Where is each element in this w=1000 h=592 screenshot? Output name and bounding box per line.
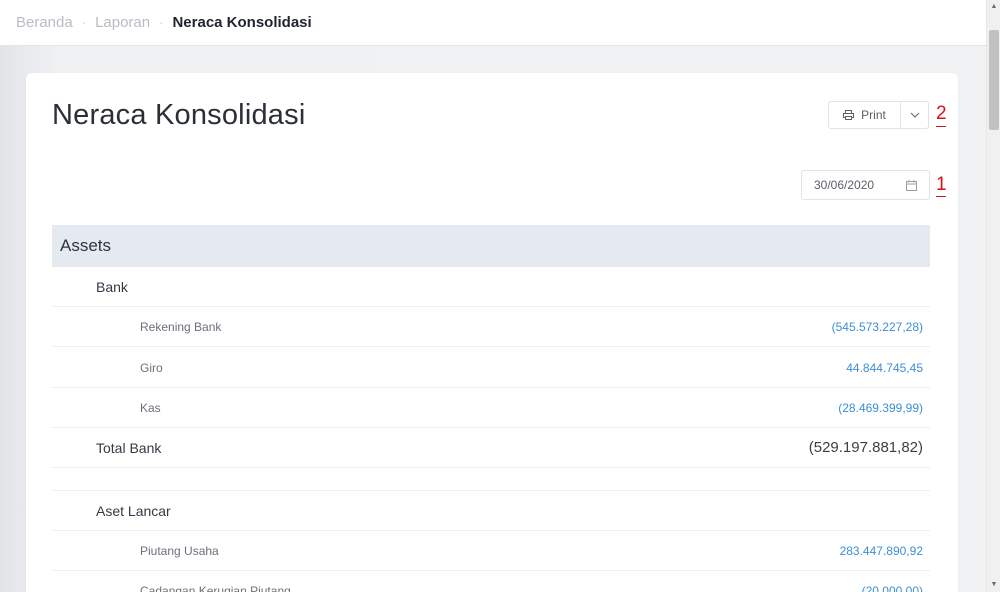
breadcrumb-item-laporan[interactable]: Laporan <box>95 14 150 31</box>
account-label: Cadangan Kerugian Piutang <box>140 583 291 592</box>
table-row: Cadangan Kerugian Piutang (20.000,00) <box>52 571 930 592</box>
scrollbar-thumb[interactable] <box>989 30 999 130</box>
account-label: Giro <box>140 360 163 375</box>
scroll-down-arrow-icon[interactable]: ▼ <box>987 578 1000 592</box>
annotation-underline <box>936 196 946 197</box>
print-button-label: Print <box>861 108 886 122</box>
total-value: (529.197.881,82) <box>808 439 923 456</box>
date-input[interactable] <box>814 178 902 192</box>
table-row: Kas (28.469.399,99) <box>52 388 930 428</box>
print-button[interactable]: Print <box>829 102 901 128</box>
account-value-link[interactable]: (28.469.399,99) <box>838 401 923 415</box>
account-label: Piutang Usaha <box>140 543 219 558</box>
group-row-bank: Bank <box>52 267 930 307</box>
section-header-assets: Assets <box>52 225 930 267</box>
report-card: Neraca Konsolidasi Print 2 1 Assets <box>26 73 958 592</box>
table-row: Piutang Usaha 283.447.890,92 <box>52 531 930 571</box>
table-row: Rekening Bank (545.573.227,28) <box>52 307 930 347</box>
group-label: Aset Lancar <box>96 502 171 519</box>
total-row-bank: Total Bank (529.197.881,82) <box>52 428 930 468</box>
annotation-underline <box>936 126 946 127</box>
page-title: Neraca Konsolidasi <box>52 99 306 131</box>
annotation-marker-date: 1 <box>936 174 947 195</box>
chevron-down-icon <box>910 112 919 118</box>
account-value-link[interactable]: (20.000,00) <box>862 584 923 592</box>
date-field[interactable] <box>801 170 930 200</box>
total-label: Total Bank <box>96 439 162 456</box>
breadcrumb-separator: · <box>81 15 87 30</box>
print-button-group: Print <box>828 101 929 129</box>
spacer-row <box>52 468 930 491</box>
section-title: Assets <box>60 236 112 255</box>
scroll-up-arrow-icon[interactable]: ▲ <box>987 0 1000 14</box>
account-label: Rekening Bank <box>140 319 222 334</box>
breadcrumb-item-beranda[interactable]: Beranda <box>16 14 73 31</box>
breadcrumb-separator: · <box>159 15 164 30</box>
breadcrumb: Beranda · Laporan · Neraca Konsolidasi <box>0 0 986 46</box>
account-label: Kas <box>140 400 161 415</box>
table-row: Giro 44.844.745,45 <box>52 348 930 388</box>
vertical-scrollbar[interactable]: ▲ ▼ <box>986 0 1000 592</box>
account-value-link[interactable]: 44.844.745,45 <box>846 361 923 375</box>
account-value-link[interactable]: 283.447.890,92 <box>840 544 923 558</box>
group-label: Bank <box>96 278 128 295</box>
account-value-link[interactable]: (545.573.227,28) <box>832 320 923 334</box>
calendar-icon[interactable] <box>906 180 917 191</box>
group-row-aset-lancar: Aset Lancar <box>52 491 930 531</box>
breadcrumb-current: Neraca Konsolidasi <box>172 14 312 31</box>
annotation-marker-print: 2 <box>936 103 947 124</box>
printer-icon <box>843 110 855 120</box>
print-dropdown-toggle[interactable] <box>901 102 928 128</box>
